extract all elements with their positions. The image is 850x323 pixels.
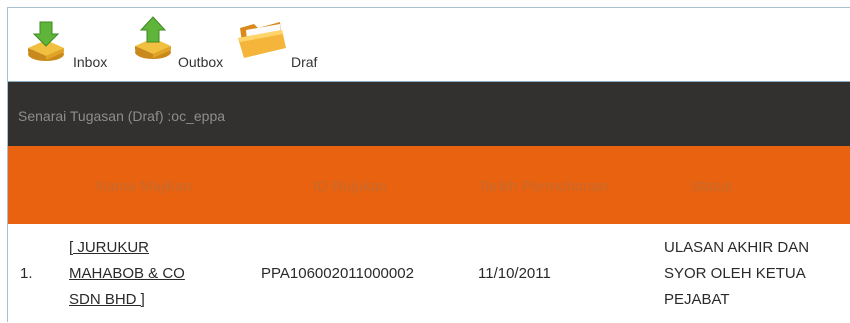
- employer-link[interactable]: [ JURUKUR MAHABOB & CO SDN BHD ]: [69, 235, 185, 313]
- draf-label: Draf: [291, 54, 318, 70]
- table-row: 1. [ JURUKUR MAHABOB & CO SDN BHD ] PPA1…: [8, 224, 850, 323]
- column-header-tarikh-permohonan: Tarikh Permohonan: [478, 178, 609, 195]
- employer-line-1: [ JURUKUR: [69, 239, 150, 256]
- application-date: 11/10/2011: [478, 265, 551, 282]
- folder-icon: [236, 16, 288, 67]
- panel-title: Senarai Tugasan (Draf) :oc_eppa: [18, 108, 226, 124]
- panel-title-bar: Senarai Tugasan (Draf) :oc_eppa: [8, 82, 850, 146]
- inbox-label: Inbox: [73, 54, 108, 70]
- outbox-button[interactable]: Outbox: [130, 8, 240, 82]
- task-list-panel: Inbox Outbox Draf Senarai Tugasan (Draf)…: [7, 7, 850, 323]
- status-line-3: PEJABAT: [664, 291, 730, 308]
- employer-line-2: MAHABOB & CO: [69, 265, 185, 282]
- table-header: Nama Majikan ID Rujukan Tarikh Permohona…: [8, 146, 850, 224]
- status-line-1: ULASAN AKHIR DAN: [664, 239, 810, 256]
- mail-toolbar: Inbox Outbox Draf: [8, 8, 850, 82]
- inbox-button[interactable]: Inbox: [23, 8, 133, 82]
- column-header-id-rujukan: ID Rujukan: [313, 178, 388, 195]
- column-header-status: Status: [690, 178, 733, 195]
- status-text: ULASAN AKHIR DAN SYOR OLEH KETUA PEJABAT: [664, 235, 809, 313]
- inbox-icon: [23, 18, 69, 69]
- outbox-label: Outbox: [178, 54, 224, 70]
- status-line-2: SYOR OLEH KETUA: [664, 265, 806, 282]
- outbox-icon: [130, 14, 176, 67]
- draf-button[interactable]: Draf: [236, 8, 336, 82]
- column-header-nama-majikan: Nama Majikan: [96, 178, 192, 195]
- employer-line-3: SDN BHD ]: [69, 291, 145, 308]
- reference-id: PPA106002011000002: [261, 265, 414, 282]
- row-number: 1.: [20, 265, 33, 282]
